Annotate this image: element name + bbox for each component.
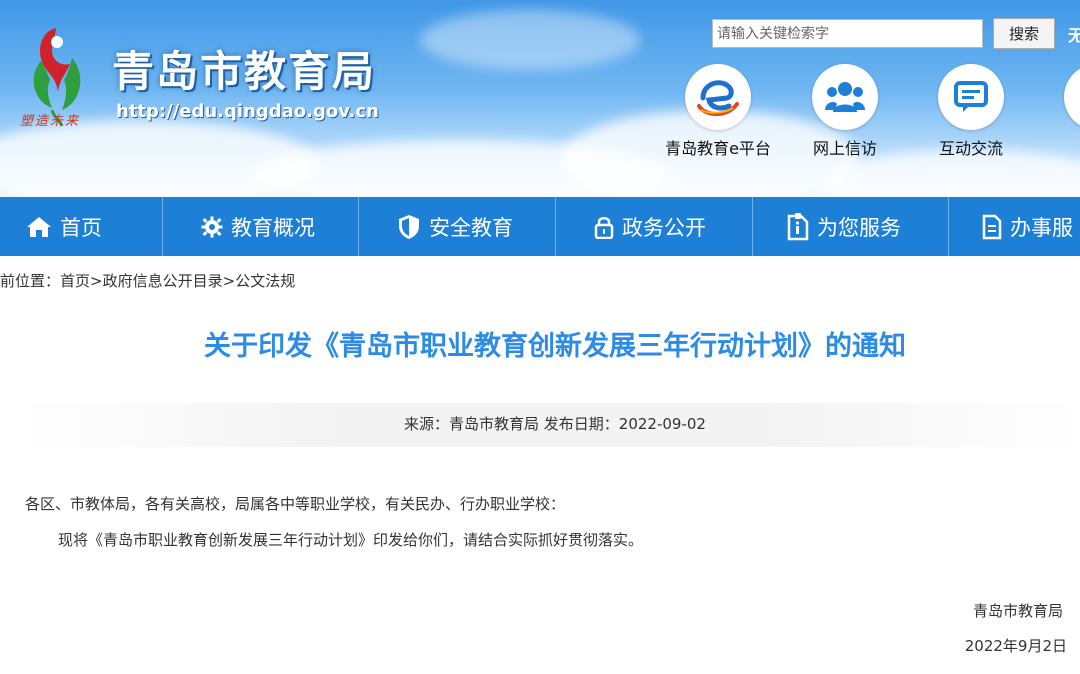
quick-link-e-platform[interactable]: 青岛教育e平台: [658, 64, 778, 159]
nav-divider: [555, 197, 556, 256]
nav-item-label: 办事服: [1010, 215, 1073, 240]
logo-slogan: 塑造未来: [20, 114, 81, 129]
e-platform-icon: [685, 64, 751, 130]
header-banner: 塑造未来 青岛市教育局 http://edu.qingdao.gov.cn 搜索…: [0, 0, 1080, 197]
nav-item-label: 首页: [60, 215, 102, 240]
breadcrumb-link-home[interactable]: 首页: [60, 272, 90, 290]
nav-divider: [752, 197, 753, 256]
site-title[interactable]: 青岛市教育局: [112, 38, 376, 99]
breadcrumb-prefix: 前位置：: [0, 272, 61, 290]
chat-icon: [938, 64, 1004, 130]
breadcrumb: 前位置：首页>政府信息公开目录>公文法规: [0, 270, 295, 291]
breadcrumb-separator: >: [222, 272, 236, 290]
quick-link-label: 青岛教育e平台: [665, 139, 771, 158]
file-icon: [982, 214, 1002, 240]
home-icon: [26, 215, 52, 239]
site-url[interactable]: http://edu.qingdao.gov.cn: [116, 101, 379, 122]
nav-item-safety-education[interactable]: 安全教育: [397, 197, 513, 256]
breadcrumb-link-regulations[interactable]: 公文法规: [235, 272, 295, 290]
quick-link-petition[interactable]: 网上信访: [785, 64, 905, 159]
quick-link-label: 网上信访: [812, 139, 877, 158]
header-extra-link[interactable]: 无: [1068, 22, 1080, 46]
search-input[interactable]: [712, 19, 983, 48]
main-nav: 首页 教育概况 安全教育 政务公开 为您服务 办事服: [0, 197, 1080, 256]
document-icon: [787, 212, 809, 241]
nav-item-label: 政务公开: [622, 215, 706, 240]
nav-item-label: 为您服务: [817, 215, 901, 240]
breadcrumb-link-catalog[interactable]: 政府信息公开目录: [103, 272, 223, 290]
nav-divider: [162, 197, 163, 256]
people-icon: [812, 64, 878, 130]
cloud-decoration: [420, 10, 640, 70]
gear-icon: [201, 216, 223, 238]
nav-divider: [358, 197, 359, 256]
breadcrumb-separator: >: [90, 272, 103, 290]
shield-icon: [397, 214, 421, 240]
search-button[interactable]: 搜索: [993, 18, 1055, 49]
signature-date: 2022年9月2日: [964, 637, 1067, 655]
nav-item-home[interactable]: 首页: [26, 197, 102, 256]
quick-link-interaction[interactable]: 互动交流: [911, 64, 1031, 159]
article-meta: 来源：青岛市教育局 发布日期：2022-09-02: [404, 415, 706, 433]
nav-item-education-overview[interactable]: 教育概况: [201, 197, 315, 256]
quick-link-label: 互动交流: [938, 139, 1003, 158]
media-icon: [1064, 64, 1080, 130]
article-salutation: 各区、市教体局，各有关高校，局属各中等职业学校，有关民办、行办职业学校：: [25, 495, 566, 513]
nav-item-government-affairs[interactable]: 政务公开: [594, 197, 706, 256]
quick-link-media[interactable]: 媒: [1037, 64, 1080, 159]
quick-link-label: 媒: [1037, 135, 1080, 159]
nav-item-services[interactable]: 为您服务: [787, 197, 901, 256]
nav-item-label: 教育概况: [231, 215, 315, 240]
nav-item-affairs-service[interactable]: 办事服: [982, 197, 1073, 256]
nav-item-label: 安全教育: [429, 215, 513, 240]
article-title: 关于印发《青岛市职业教育创新发展三年行动计划》的通知: [204, 331, 906, 362]
nav-divider: [948, 197, 949, 256]
article-body: 现将《青岛市职业教育创新发展三年行动计划》印发给你们，请结合实际抓好贯彻落实。: [58, 531, 644, 549]
signature-organization: 青岛市教育局: [972, 602, 1063, 620]
lock-icon: [594, 215, 614, 239]
